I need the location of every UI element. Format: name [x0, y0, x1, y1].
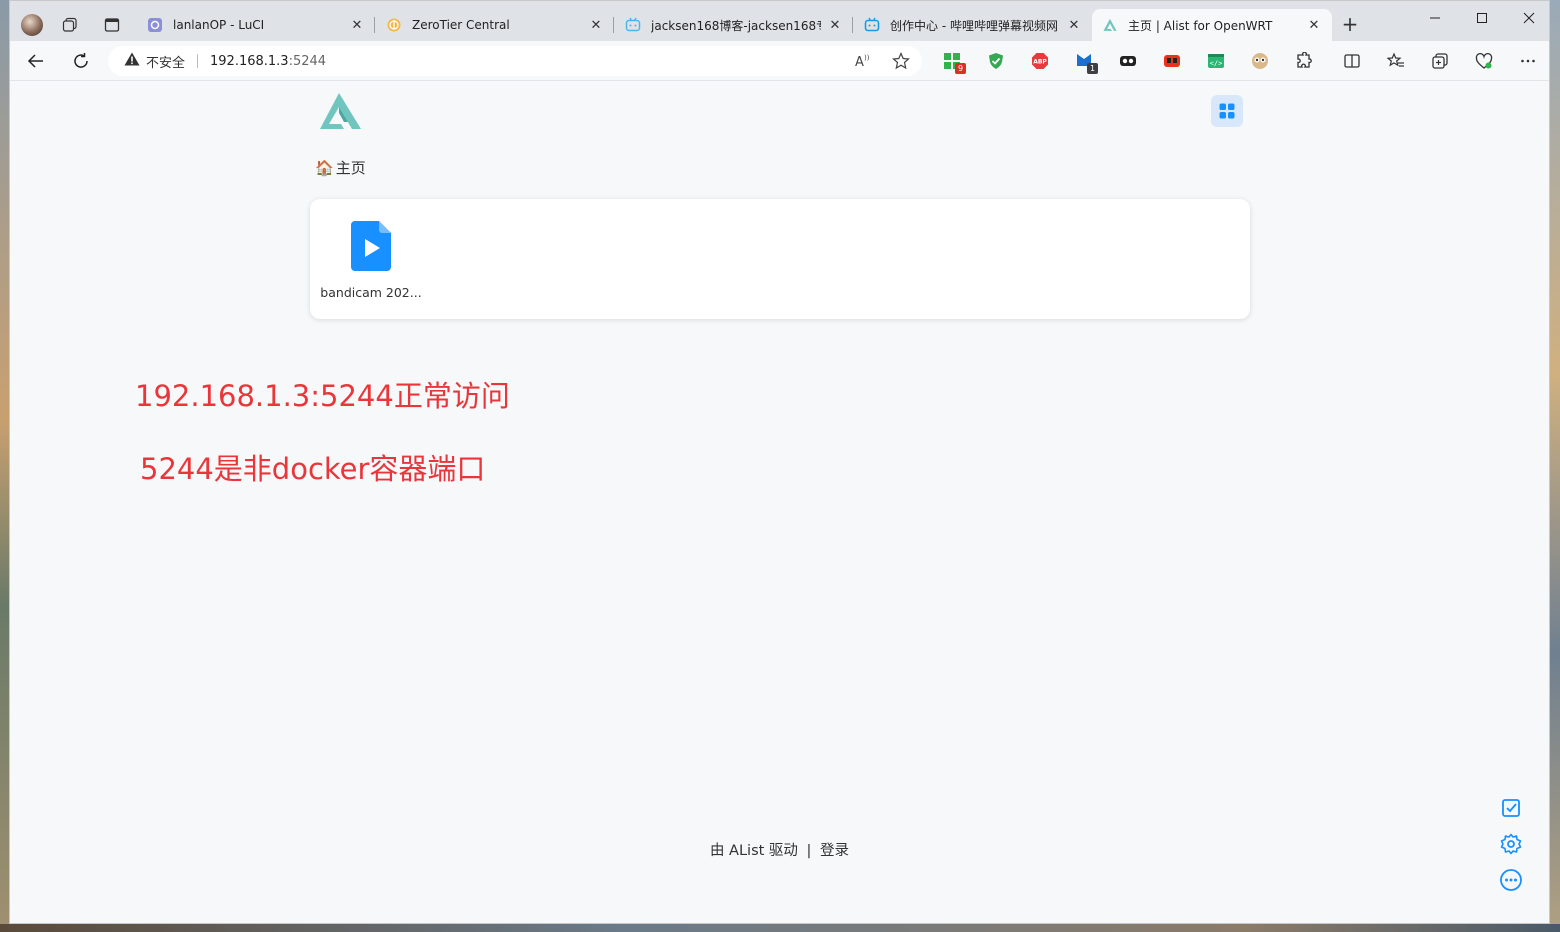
page-content: 🏠 主页 bandicam 202... 192.168.1.3:5244正常访…	[10, 81, 1549, 923]
read-aloud-icon[interactable]: A))	[854, 52, 872, 74]
red-extension-icon[interactable]	[1162, 51, 1182, 71]
extensions-puzzle-icon[interactable]	[1294, 51, 1314, 71]
footer: 由 AList 驱动 | 登录	[10, 839, 1549, 860]
side-toolbar	[1498, 796, 1524, 892]
collections-icon[interactable]	[1430, 51, 1450, 71]
grid-icon	[1219, 103, 1235, 119]
warning-icon[interactable]	[124, 52, 140, 70]
desktop-background-left	[0, 0, 9, 932]
home-icon[interactable]: 🏠	[315, 159, 334, 177]
svg-text:ABP: ABP	[1033, 59, 1047, 66]
maximize-icon[interactable]	[1459, 7, 1505, 29]
favorite-star-icon[interactable]	[892, 52, 910, 74]
new-tab-button[interactable]: +	[1340, 14, 1360, 35]
breadcrumb-home-link[interactable]: 主页	[336, 157, 366, 178]
vertical-tabs-icon[interactable]	[102, 15, 122, 35]
extension-badge: 9	[955, 63, 966, 74]
tab-zerotier[interactable]: ZeroTier Central ✕	[376, 9, 614, 41]
tab-strip: lanlanOP - LuCI ✕ ZeroTier Central ✕ jac…	[10, 1, 1549, 41]
shield-extension-icon[interactable]	[986, 51, 1006, 71]
split-screen-icon[interactable]	[1342, 51, 1362, 71]
refresh-icon[interactable]	[70, 50, 92, 72]
browser-toolbar: 不安全 192.168.1.3:5244 A)) 9 ABP 1 </>	[10, 41, 1549, 81]
annotation-note: 192.168.1.3:5244正常访问	[135, 379, 510, 413]
annotation-note: 5244是非docker容器端口	[140, 452, 486, 486]
tampermonkey-icon[interactable]: 1	[1074, 51, 1098, 74]
luci-icon	[147, 17, 163, 33]
back-arrow-icon[interactable]	[25, 50, 47, 72]
tab-bilibili-creator[interactable]: 创作中心 - 哔哩哔哩弹幕视频网 ✕	[854, 9, 1092, 41]
apps-extension-icon[interactable]: 9	[942, 51, 966, 74]
zerotier-icon	[386, 17, 402, 33]
tab-title: jacksen168博客-jacksen168专栏	[651, 18, 821, 33]
browser-essentials-icon[interactable]	[1474, 51, 1494, 71]
minimize-icon[interactable]	[1412, 7, 1458, 29]
breadcrumb: 🏠 主页	[315, 157, 366, 178]
url-port: :5244	[288, 53, 327, 69]
extension-badge: 1	[1087, 63, 1098, 74]
url-host: 192.168.1.3	[210, 53, 289, 69]
close-icon[interactable]: ✕	[588, 17, 604, 33]
tab-title: 创作中心 - 哔哩哔哩弹幕视频网	[890, 18, 1058, 33]
powered-by-link[interactable]: 由 AList 驱动	[710, 843, 798, 859]
tab-alist[interactable]: 主页 | Alist for OpenWRT ✕	[1092, 9, 1332, 41]
file-list-card: bandicam 202...	[310, 199, 1250, 319]
more-menu-icon[interactable]	[1518, 51, 1538, 71]
close-icon[interactable]: ✕	[349, 17, 365, 33]
desktop-background-bottom	[0, 924, 1560, 932]
code-extension-icon[interactable]: </>	[1206, 51, 1226, 71]
tab-title: ZeroTier Central	[412, 18, 510, 32]
address-bar[interactable]: 不安全 192.168.1.3:5244 A))	[108, 46, 922, 76]
more-options-icon[interactable]	[1498, 868, 1524, 892]
close-icon[interactable]: ✕	[1066, 17, 1082, 33]
alist-logo[interactable]	[319, 91, 363, 131]
browser-window: lanlanOP - LuCI ✕ ZeroTier Central ✕ jac…	[9, 0, 1550, 924]
file-item[interactable]: bandicam 202...	[316, 215, 426, 307]
tab-luci[interactable]: lanlanOP - LuCI ✕	[137, 9, 375, 41]
close-icon[interactable]: ✕	[827, 17, 843, 33]
desktop-background-right	[1550, 0, 1560, 932]
svg-text:)): ))	[864, 54, 870, 62]
bilibili-icon	[625, 17, 641, 33]
svg-text:</>: </>	[1210, 60, 1223, 68]
tab-title: lanlanOP - LuCI	[173, 18, 265, 32]
file-name: bandicam 202...	[320, 285, 422, 300]
eyes-extension-icon[interactable]	[1250, 51, 1270, 71]
close-icon[interactable]: ✕	[1306, 17, 1322, 33]
adblock-plus-icon[interactable]: ABP	[1030, 51, 1050, 71]
window-close-icon[interactable]	[1506, 7, 1549, 29]
security-label[interactable]: 不安全	[146, 52, 185, 71]
workspaces-icon[interactable]	[60, 15, 80, 35]
bilibili-icon	[864, 17, 880, 33]
profile-avatar[interactable]	[21, 14, 43, 36]
tab-title: 主页 | Alist for OpenWRT	[1128, 18, 1273, 33]
alist-icon	[1102, 17, 1118, 33]
tab-jacksen-blog[interactable]: jacksen168博客-jacksen168专栏 ✕	[615, 9, 853, 41]
glasses-extension-icon[interactable]	[1118, 51, 1138, 71]
video-file-icon	[351, 221, 391, 271]
favorites-icon[interactable]	[1386, 51, 1406, 71]
checkbox-select-icon[interactable]	[1498, 796, 1524, 820]
settings-gear-icon[interactable]	[1498, 832, 1524, 856]
layout-switch-button[interactable]	[1211, 95, 1243, 127]
svg-text:A: A	[855, 55, 864, 70]
login-link[interactable]: 登录	[820, 843, 849, 859]
footer-separator: |	[806, 843, 812, 859]
